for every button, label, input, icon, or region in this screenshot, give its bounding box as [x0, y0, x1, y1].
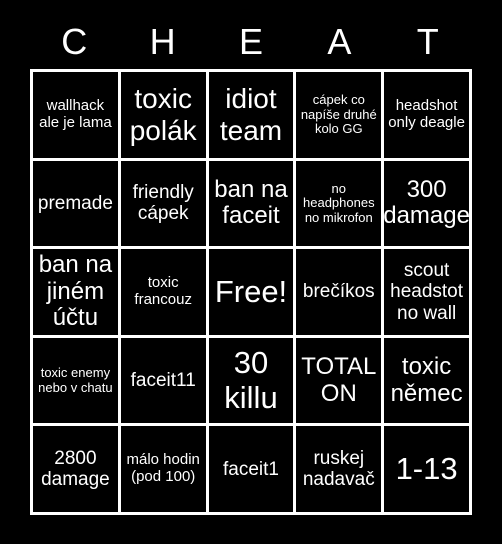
- bingo-header: C H E A T: [30, 22, 472, 62]
- bingo-cell[interactable]: 1-13: [384, 426, 469, 512]
- bingo-cell[interactable]: premade: [33, 160, 118, 247]
- bingo-cell[interactable]: brečíkos: [296, 249, 382, 335]
- bingo-cell[interactable]: faceit11: [120, 337, 206, 424]
- bingo-cell[interactable]: no headphones no mikrofon: [296, 160, 382, 247]
- bingo-cell[interactable]: toxic enemy nebo v chatu: [33, 337, 118, 424]
- header-letter-3: E: [238, 21, 263, 62]
- header-letter-1: C: [61, 21, 88, 62]
- bingo-cell[interactable]: Free!: [208, 249, 294, 335]
- bingo-cell[interactable]: 300 damage: [384, 160, 469, 247]
- bingo-cell[interactable]: headshot only deagle: [384, 72, 469, 158]
- bingo-cell[interactable]: 2800 damage: [33, 426, 118, 512]
- bingo-cell[interactable]: 30 killu: [208, 337, 294, 424]
- bingo-cell[interactable]: faceit1: [208, 426, 294, 512]
- bingo-cell[interactable]: toxic francouz: [120, 249, 206, 335]
- bingo-cell[interactable]: cápek co napíše druhé kolo GG: [296, 72, 382, 158]
- header-letter-5: T: [416, 21, 439, 62]
- bingo-cell[interactable]: idiot team: [208, 72, 294, 158]
- bingo-cell[interactable]: toxic polák: [120, 72, 206, 158]
- header-letter-2: H: [149, 21, 176, 62]
- bingo-card: C H E A T wallhack ale je lama toxic polá…: [0, 0, 502, 544]
- bingo-cell[interactable]: toxic němec: [384, 337, 469, 424]
- bingo-cell[interactable]: wallhack ale je lama: [33, 72, 118, 158]
- bingo-cell[interactable]: ban na jiném účtu: [33, 249, 118, 335]
- bingo-cell[interactable]: TOTAL ON: [296, 337, 382, 424]
- bingo-cell[interactable]: friendly cápek: [120, 160, 206, 247]
- bingo-cell[interactable]: ban na faceit: [208, 160, 294, 247]
- bingo-cell[interactable]: málo hodin (pod 100): [120, 426, 206, 512]
- bingo-cell[interactable]: scout headstot no wall: [384, 249, 469, 335]
- header-letter-4: A: [327, 21, 352, 62]
- bingo-grid: wallhack ale je lama toxic polák idiot tea…: [30, 69, 472, 515]
- bingo-cell[interactable]: ruskej nadavač: [296, 426, 382, 512]
